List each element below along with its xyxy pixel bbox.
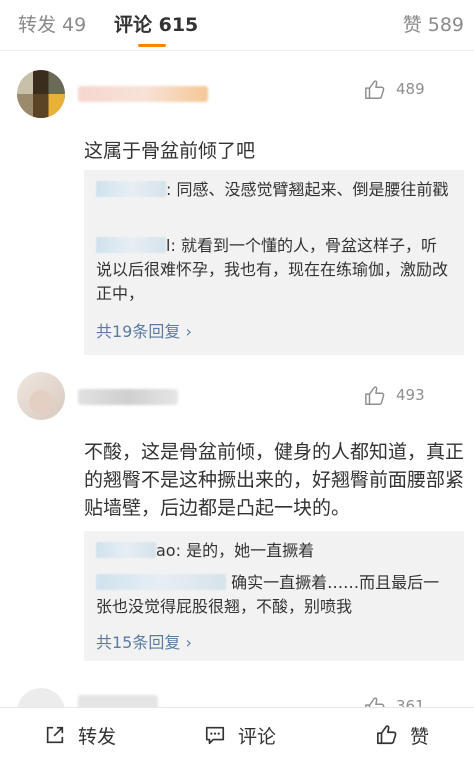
reply-item: ao: 是的，她一直撅着 <box>96 539 452 563</box>
repost-button[interactable]: 转发 <box>44 722 134 748</box>
avatar[interactable] <box>17 70 65 118</box>
reply-item: : 同感、没感觉臂翘起来、倒是腰往前戳 <box>96 178 452 202</box>
view-more-replies-link[interactable]: 共15条回复 › <box>96 629 192 653</box>
avatar[interactable] <box>17 372 65 420</box>
like-button[interactable]: 赞 <box>376 722 446 748</box>
comment-label: 评论 <box>238 726 277 748</box>
reply-box[interactable]: ao: 是的，她一直撅着 确实一直撅着……而且最后一张也没觉得屁股很翘，不酸，别… <box>84 531 464 661</box>
tab-repost[interactable]: 转发 49 <box>18 10 86 37</box>
bottom-action-bar: 转发 评论 赞 <box>0 707 474 764</box>
comment-button[interactable]: 评论 <box>204 722 294 748</box>
active-tab-indicator <box>138 44 166 47</box>
reply-username-redacted[interactable] <box>96 237 166 253</box>
tab-like[interactable]: 赞 589 <box>403 10 464 37</box>
comment-bubble-icon <box>205 726 225 745</box>
comment-like-button[interactable]: 489 <box>364 79 474 101</box>
username-redacted[interactable] <box>78 389 178 405</box>
share-arrow-icon <box>46 726 64 744</box>
repost-label: 转发 <box>78 726 117 748</box>
thumbs-up-icon <box>365 80 385 99</box>
reply-username-redacted[interactable] <box>96 181 166 197</box>
comment-text: 这属于骨盆前倾了吧 <box>84 140 256 162</box>
like-label: 赞 <box>410 726 430 748</box>
reply-username-redacted[interactable] <box>96 574 226 590</box>
reply-name-suffix: l: <box>166 236 176 255</box>
reply-name-suffix: ao: <box>156 541 181 560</box>
thumbs-up-icon <box>377 725 397 745</box>
reply-text: 同感、没感觉臂翘起来、倒是腰往前戳 <box>176 180 449 199</box>
reply-text: 是的，她一直撅着 <box>186 541 315 560</box>
view-more-replies-link[interactable]: 共19条回复 › <box>96 318 192 342</box>
like-count: 493 <box>396 386 425 404</box>
reply-username-redacted[interactable] <box>96 542 156 558</box>
like-count: 489 <box>396 80 425 98</box>
thumbs-up-icon <box>365 386 385 405</box>
reply-box[interactable]: : 同感、没感觉臂翘起来、倒是腰往前戳 l: 就看到一个懂的人，骨盆这样子，听说… <box>84 170 464 355</box>
comment-text: 不酸，这是骨盆前倾，健身的人都知道，真正的翘臀不是这种撅出来的，好翘臀前面腰部紧… <box>84 441 465 519</box>
tab-bar: 转发 49 评论 615 赞 589 <box>0 0 474 51</box>
username-redacted[interactable] <box>78 86 208 102</box>
tab-comment[interactable]: 评论 615 <box>114 10 198 37</box>
reply-name-suffix: : <box>166 180 172 199</box>
comment-like-button[interactable]: 493 <box>364 385 474 407</box>
reply-item: l: 就看到一个懂的人，骨盆这样子，听说以后很难怀孕，我也有，现在在练瑜伽，激励… <box>96 234 452 306</box>
reply-item: 确实一直撅着……而且最后一张也没觉得屁股很翘，不酸，别喷我 <box>96 571 452 619</box>
